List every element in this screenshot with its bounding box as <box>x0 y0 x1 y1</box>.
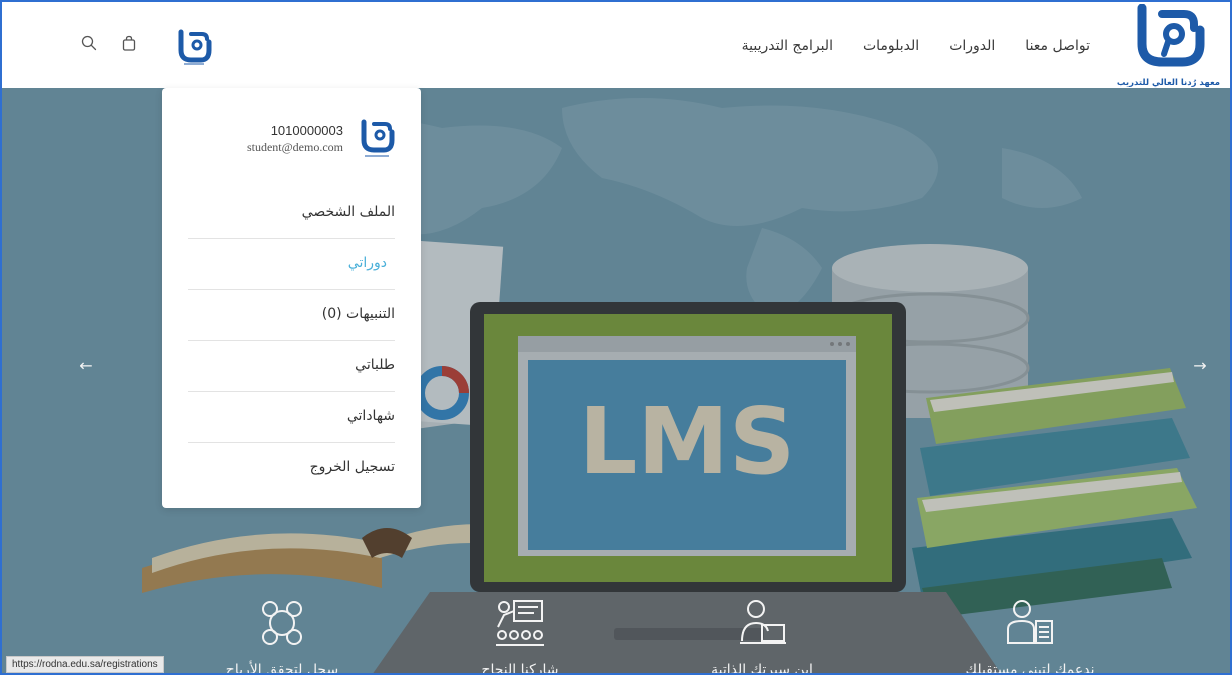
avatar-logo-icon <box>178 29 212 65</box>
feature-strip: ندعمك لتبني مستقبلك ابن سيرتك الذاتية شا… <box>2 585 1230 675</box>
site-header: معهد رُدنا العالي للتدريب البرامج التدري… <box>2 2 1230 88</box>
browser-viewport: معهد رُدنا العالي للتدريب البرامج التدري… <box>0 0 1232 675</box>
slider-next-arrow[interactable]: → <box>1188 354 1212 378</box>
user-email: student@demo.com <box>246 140 343 154</box>
nav-training-programs[interactable]: البرامج التدريبية <box>742 38 833 54</box>
person-laptop-icon <box>740 600 786 644</box>
menu-item-my-certificates[interactable]: شهاداتي <box>188 392 395 443</box>
user-text: 1010000003 student@demo.com <box>247 123 343 155</box>
user-dropdown-menu: 1010000003 student@demo.com الملف الشخصي… <box>162 88 421 508</box>
feature-label: شاركنا النجاح <box>481 662 559 675</box>
feature-success: شاركنا النجاح <box>420 597 620 675</box>
site-logo[interactable]: معهد رُدنا العالي للتدريب <box>1112 2 1222 94</box>
logo-mark-icon <box>1137 4 1205 67</box>
shopping-bag-icon[interactable] <box>120 34 138 52</box>
user-menu-list: الملف الشخصي دوراتي التنبيهات (0) طلباتي… <box>188 188 395 494</box>
menu-item-my-orders[interactable]: طلباتي <box>188 341 395 392</box>
menu-item-logout[interactable]: تسجيل الخروج <box>188 443 395 494</box>
slider-prev-arrow[interactable]: ← <box>74 354 98 378</box>
feature-label: ندعمك لتبني مستقبلك <box>965 662 1095 675</box>
menu-item-profile[interactable]: الملف الشخصي <box>188 188 395 239</box>
lms-screen-text: LMS <box>579 388 795 495</box>
employee-icon <box>1007 600 1053 644</box>
user-info: 1010000003 student@demo.com <box>247 118 397 160</box>
feature-cv: ابن سيرتك الذاتية <box>662 597 862 675</box>
nav-courses[interactable]: الدورات <box>949 38 995 54</box>
header-tools <box>80 34 138 52</box>
menu-item-notifications[interactable]: التنبيهات (0) <box>188 290 395 341</box>
search-icon[interactable] <box>80 34 98 52</box>
user-id: 1010000003 <box>270 123 343 138</box>
logo-caption: معهد رُدنا العالي للتدريب <box>1116 78 1220 88</box>
user-logo-icon <box>361 119 395 157</box>
feature-future: ندعمك لتبني مستقبلك <box>930 597 1130 675</box>
main-nav: البرامج التدريبية الدبلومات الدورات تواص… <box>742 38 1090 54</box>
dropdown-caret <box>200 78 220 88</box>
presentation-icon <box>496 600 544 646</box>
feature-label: سجل لتحقق الأرباح <box>225 662 339 675</box>
feature-label: ابن سيرتك الذاتية <box>711 662 813 675</box>
menu-item-my-courses[interactable]: دوراتي <box>188 239 395 290</box>
nav-diplomas[interactable]: الدبلومات <box>863 38 919 54</box>
feature-register: سجل لتحقق الأرباح <box>182 597 382 675</box>
social-media-icon <box>262 601 302 645</box>
user-avatar-button[interactable] <box>174 28 214 68</box>
status-bar-url: https://rodna.edu.sa/registrations <box>6 656 164 673</box>
nav-contact[interactable]: تواصل معنا <box>1025 38 1090 54</box>
